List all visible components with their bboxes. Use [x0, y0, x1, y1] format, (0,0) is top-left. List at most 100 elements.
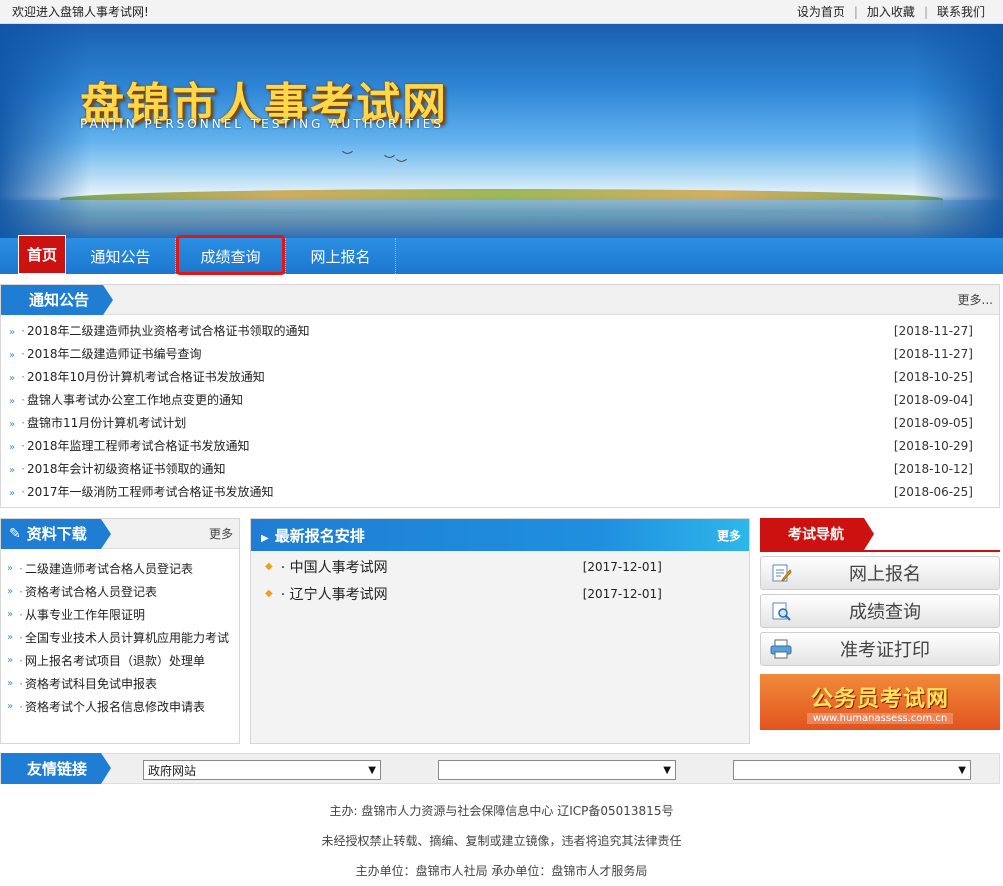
pencil-icon: ✎	[9, 525, 21, 542]
civil-service-exam-ad[interactable]: 公务员考试网 www.humanassess.com.cn	[760, 674, 1000, 730]
notice-item-date: [2018-10-25]	[893, 369, 973, 384]
double-chevron-icon: »	[9, 396, 16, 407]
notice-item-left: » · 2018年二级建造师证书编号查询	[9, 345, 202, 362]
notice-item-left: » · 2018年二级建造师执业资格考试合格证书领取的通知	[9, 322, 310, 339]
dot-separator: ·	[19, 699, 23, 714]
diamond-bullet-icon: ◆	[265, 588, 273, 599]
latest-registration-section: ▶ 最新报名安排 更多 ◆ · 中国人事考试网 [2017-12-01] ◆ · 辽宁人事…	[250, 518, 750, 744]
exam-guide-section: 考试导航 网上报名 成绩查询 准考证打印 公务员考试网 www.humanass…	[760, 518, 1000, 730]
latest-item[interactable]: ◆ · 中国人事考试网 [2017-12-01]	[251, 553, 749, 580]
guide-score-query-button[interactable]: 成绩查询	[760, 594, 1000, 628]
top-bar: 欢迎进入盘锦人事考试网! 设为首页 | 加入收藏 | 联系我们	[0, 0, 1003, 24]
notice-item[interactable]: » · 盘锦市11月份计算机考试计划 [2018-09-05]	[9, 411, 973, 434]
double-chevron-icon: »	[9, 419, 16, 430]
notice-item-title[interactable]: 盘锦市11月份计算机考试计划	[27, 416, 186, 430]
notice-item[interactable]: » · 2017年一级消防工程师考试合格证书发放通知 [2018-06-25]	[9, 480, 973, 503]
chevron-down-icon: ▼	[368, 764, 376, 776]
latest-item-title[interactable]: · 中国人事考试网	[281, 557, 583, 577]
dot-separator: ·	[21, 347, 25, 361]
latest-header: ▶ 最新报名安排 更多	[251, 519, 749, 551]
guide-online-registration-button[interactable]: 网上报名	[760, 556, 1000, 590]
download-item[interactable]: » · 全国专业技术人员计算机应用能力考试	[7, 626, 233, 649]
dot-separator: ·	[19, 630, 23, 645]
notice-item[interactable]: » · 2018年监理工程师考试合格证书发放通知 [2018-10-29]	[9, 434, 973, 457]
select-value: 政府网站	[148, 763, 197, 778]
notice-item-title[interactable]: 盘锦人事考试办公室工作地点变更的通知	[27, 393, 243, 407]
dot-separator: ·	[21, 324, 25, 338]
nav-online-registration[interactable]: 网上报名	[286, 238, 396, 274]
download-item-title[interactable]: 从事专业工作年限证明	[25, 606, 145, 623]
download-item-title[interactable]: 全国专业技术人员计算机应用能力考试	[25, 629, 229, 646]
notice-item-title[interactable]: 2018年会计初级资格证书领取的通知	[27, 462, 226, 476]
double-chevron-icon: »	[9, 350, 16, 361]
nav-home[interactable]: 首页	[18, 235, 66, 274]
divider: |	[853, 4, 858, 19]
add-favorite-link[interactable]: 加入收藏	[867, 3, 915, 20]
download-item-title[interactable]: 资格考试合格人员登记表	[25, 583, 157, 600]
download-item-title[interactable]: 资格考试科目免试申报表	[25, 675, 157, 692]
notice-item-title[interactable]: 2018年二级建造师执业资格考试合格证书领取的通知	[27, 324, 310, 338]
latest-item-title[interactable]: · 辽宁人事考试网	[281, 584, 583, 604]
notice-item-left: » · 2017年一级消防工程师考试合格证书发放通知	[9, 483, 274, 500]
friend-links-title: 友情链接	[1, 753, 112, 784]
notice-item-left: » · 盘锦人事考试办公室工作地点变更的通知	[9, 391, 243, 408]
double-chevron-icon: »	[7, 632, 14, 643]
contact-us-link[interactable]: 联系我们	[937, 3, 985, 20]
guide-admission-print-button[interactable]: 准考证打印	[760, 632, 1000, 666]
download-item-title[interactable]: 网上报名考试项目（退款）处理单	[25, 652, 205, 669]
bird-icon: ︶	[342, 150, 353, 163]
downloads-header: ✎ 资料下载 更多	[1, 518, 239, 549]
download-item[interactable]: » · 从事专业工作年限证明	[7, 603, 233, 626]
notice-item-title[interactable]: 2018年10月份计算机考试合格证书发放通知	[27, 370, 265, 384]
downloads-title-text: 资料下载	[26, 525, 87, 543]
notice-item-date: [2018-10-12]	[893, 461, 973, 476]
download-item[interactable]: » · 网上报名考试项目（退款）处理单	[7, 649, 233, 672]
notice-more-link[interactable]: 更多...	[958, 291, 993, 308]
downloads-section: ✎ 资料下载 更多 » · 二级建造师考试合格人员登记表» · 资格考试合格人员登记表»…	[0, 518, 240, 744]
top-links: 设为首页 | 加入收藏 | 联系我们	[797, 3, 985, 20]
notice-item-date: [2018-09-05]	[893, 415, 973, 430]
latest-more-link[interactable]: 更多	[717, 527, 741, 544]
dot-separator: ·	[21, 462, 25, 476]
guide-button-label: 网上报名	[849, 564, 921, 585]
latest-list: ◆ · 中国人事考试网 [2017-12-01] ◆ · 辽宁人事考试网 [2017-12…	[251, 551, 749, 607]
nav-score-query[interactable]: 成绩查询	[176, 235, 286, 275]
latest-item-date: [2017-12-01]	[582, 586, 662, 601]
nav-notice[interactable]: 通知公告	[66, 238, 176, 274]
notice-item[interactable]: » · 2018年10月份计算机考试合格证书发放通知 [2018-10-25]	[9, 365, 973, 388]
notice-item-left: » · 盘锦市11月份计算机考试计划	[9, 414, 186, 431]
notice-item[interactable]: » · 2018年二级建造师执业资格考试合格证书领取的通知 [2018-11-27]	[9, 319, 973, 342]
notice-item-left: » · 2018年监理工程师考试合格证书发放通知	[9, 437, 250, 454]
notice-item-left: » · 2018年10月份计算机考试合格证书发放通知	[9, 368, 265, 385]
double-chevron-icon: »	[7, 655, 14, 666]
notice-item[interactable]: » · 2018年二级建造师证书编号查询 [2018-11-27]	[9, 342, 973, 365]
search-document-icon	[761, 599, 801, 623]
dot-separator: ·	[19, 607, 23, 622]
set-homepage-link[interactable]: 设为首页	[797, 3, 845, 20]
notice-section: 通知公告 更多... » · 2018年二级建造师执业资格考试合格证书领取的通知 [2…	[0, 284, 1000, 508]
downloads-more-link[interactable]: 更多	[209, 525, 233, 542]
notice-item-title[interactable]: 2018年二级建造师证书编号查询	[27, 347, 202, 361]
gov-sites-select[interactable]: 政府网站 ▼	[143, 760, 381, 780]
dot-separator: ·	[21, 416, 25, 430]
notice-item[interactable]: » · 2018年会计初级资格证书领取的通知 [2018-10-12]	[9, 457, 973, 480]
double-chevron-icon: »	[9, 442, 16, 453]
notice-item-title[interactable]: 2017年一级消防工程师考试合格证书发放通知	[27, 485, 274, 499]
download-item[interactable]: » · 二级建造师考试合格人员登记表	[7, 557, 233, 580]
notice-item[interactable]: » · 盘锦人事考试办公室工作地点变更的通知 [2018-09-04]	[9, 388, 973, 411]
links-select-3[interactable]: ▼	[733, 760, 971, 780]
notice-item-left: » · 2018年会计初级资格证书领取的通知	[9, 460, 226, 477]
download-item[interactable]: » · 资格考试合格人员登记表	[7, 580, 233, 603]
notice-list: » · 2018年二级建造师执业资格考试合格证书领取的通知 [2018-11-27]»…	[1, 315, 999, 503]
notice-item-title[interactable]: 2018年监理工程师考试合格证书发放通知	[27, 439, 250, 453]
links-select-2[interactable]: ▼	[438, 760, 676, 780]
footer-organizers: 主办单位：盘锦市人社局 承办单位：盘锦市人才服务局	[355, 864, 648, 878]
latest-item[interactable]: ◆ · 辽宁人事考试网 [2017-12-01]	[251, 580, 749, 607]
guide-button-label: 成绩查询	[849, 602, 921, 623]
double-chevron-icon: »	[9, 465, 16, 476]
download-item[interactable]: » · 资格考试个人报名信息修改申请表	[7, 695, 233, 718]
site-subtitle: PANJIN PERSONNEL TESTING AUTHORITIES	[80, 117, 445, 131]
download-item-title[interactable]: 资格考试个人报名信息修改申请表	[25, 698, 205, 715]
download-item-title[interactable]: 二级建造师考试合格人员登记表	[25, 560, 193, 577]
download-item[interactable]: » · 资格考试科目免试申报表	[7, 672, 233, 695]
